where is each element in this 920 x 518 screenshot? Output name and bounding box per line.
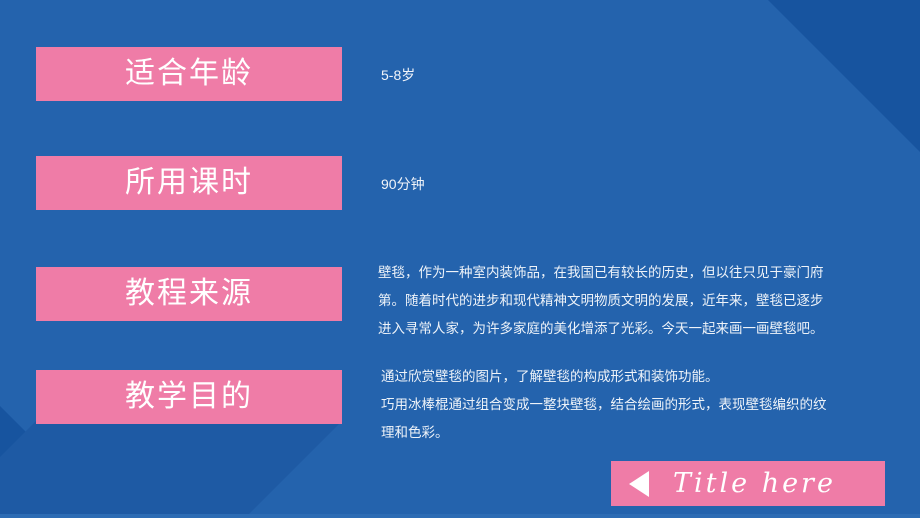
- triangle-left-icon: [629, 470, 649, 497]
- label-chip-objective-text: 教学目的: [125, 380, 253, 413]
- label-chip-duration-text: 所用课时: [125, 166, 253, 199]
- paragraph-objective-line: 通过欣赏壁毯的图片，了解壁毯的构成形式和装饰功能。: [381, 369, 719, 384]
- top-right-corner-shadow: [768, 0, 920, 152]
- paragraph-source-line: 壁毯，作为一种室内装饰品，在我国已有较长的历史，但以往只见于豪门府: [378, 265, 824, 280]
- paragraph-source: 壁毯，作为一种室内装饰品，在我国已有较长的历史，但以往只见于豪门府 第。随着时代…: [378, 259, 898, 343]
- paragraph-objective-line: 巧用冰棒棍通过组合变成一整块壁毯，结合绘画的形式，表现壁毯编织的纹: [381, 397, 827, 412]
- label-chip-objective[interactable]: 教学目的: [36, 370, 342, 424]
- paragraph-objective: 通过欣赏壁毯的图片，了解壁毯的构成形式和装饰功能。 巧用冰棒棍通过组合变成一整块…: [381, 363, 901, 447]
- value-duration: 90分钟: [381, 176, 425, 192]
- label-chip-source[interactable]: 教程来源: [36, 267, 342, 321]
- bottom-edge-strip: [0, 514, 920, 518]
- paragraph-source-line: 进入寻常人家，为许多家庭的美化增添了光彩。今天一起来画一画壁毯吧。: [378, 321, 824, 336]
- paragraph-source-line: 第。随着时代的进步和现代精神文明物质文明的发展，近年来，壁毯已逐步: [378, 293, 824, 308]
- label-chip-source-text: 教程来源: [125, 277, 253, 310]
- slide-canvas: 适合年龄 5-8岁 所用课时 90分钟 教程来源 壁毯，作为一种室内装饰品，在我…: [0, 0, 920, 518]
- value-age: 5-8岁: [381, 67, 416, 83]
- title-here-button[interactable]: Title here: [611, 461, 885, 506]
- label-chip-duration[interactable]: 所用课时: [36, 156, 342, 210]
- label-chip-age-text: 适合年龄: [125, 57, 253, 90]
- title-here-button-label: Title here: [673, 468, 836, 499]
- paragraph-objective-line: 理和色彩。: [381, 425, 449, 440]
- pink-bar-long-shadow: [0, 421, 342, 518]
- label-chip-age[interactable]: 适合年龄: [36, 47, 342, 101]
